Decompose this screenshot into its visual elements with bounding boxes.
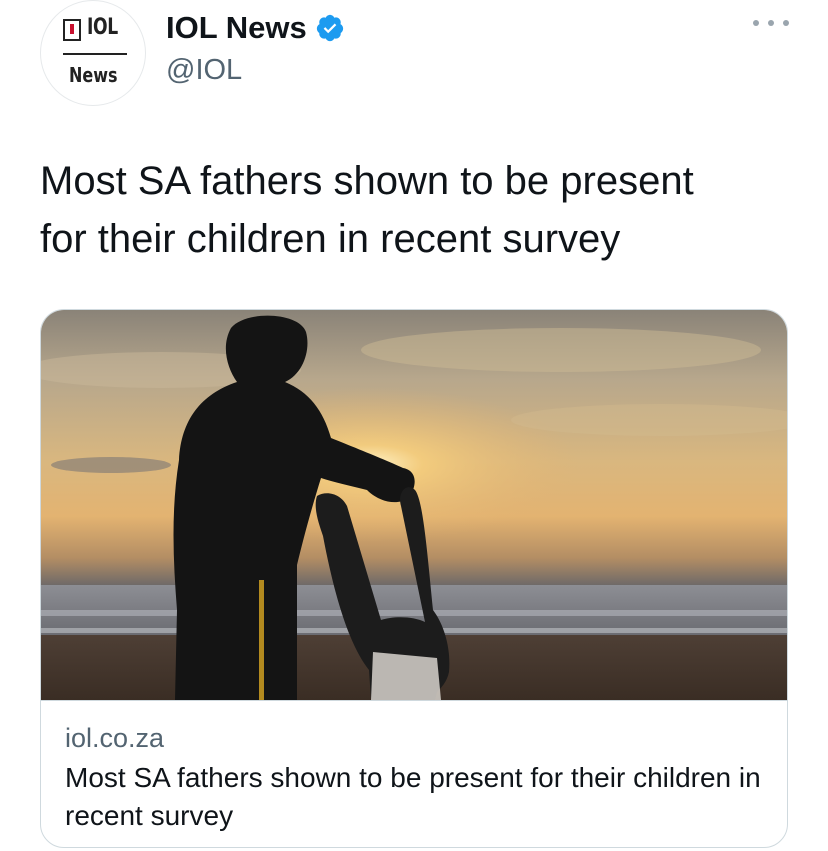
card-title[interactable]: Most SA fathers shown to be present for …	[65, 759, 765, 835]
tweet: IOL News IOL News @IOL Most SA fathers s…	[0, 0, 828, 851]
card-image[interactable]	[41, 310, 788, 700]
more-dot	[768, 20, 774, 26]
link-preview-card[interactable]: iol.co.za Most SA fathers shown to be pr…	[40, 309, 788, 848]
more-horizontal-icon[interactable]	[753, 13, 789, 33]
avatar-logo-top: IOL	[87, 15, 118, 40]
avatar[interactable]: IOL News	[40, 0, 146, 106]
avatar-logo-divider	[63, 53, 127, 55]
avatar-logo-bottom: News	[69, 63, 118, 87]
more-dot	[753, 20, 759, 26]
tweet-text-line: Most SA fathers shown to be present	[40, 159, 694, 203]
card-domain: iol.co.za	[65, 723, 165, 753]
tweet-text: Most SA fathers shown to be present for …	[40, 152, 800, 268]
iol-logo-mark-icon	[63, 19, 81, 41]
display-name-row[interactable]: IOL News	[166, 10, 345, 46]
tweet-text-line: for their children in recent survey	[40, 217, 621, 261]
card-meta[interactable]: iol.co.za Most SA fathers shown to be pr…	[41, 700, 787, 847]
display-name[interactable]: IOL News	[166, 10, 307, 46]
verified-badge-icon	[316, 14, 343, 42]
account-handle[interactable]: @IOL	[166, 54, 242, 87]
more-dot	[783, 20, 789, 26]
